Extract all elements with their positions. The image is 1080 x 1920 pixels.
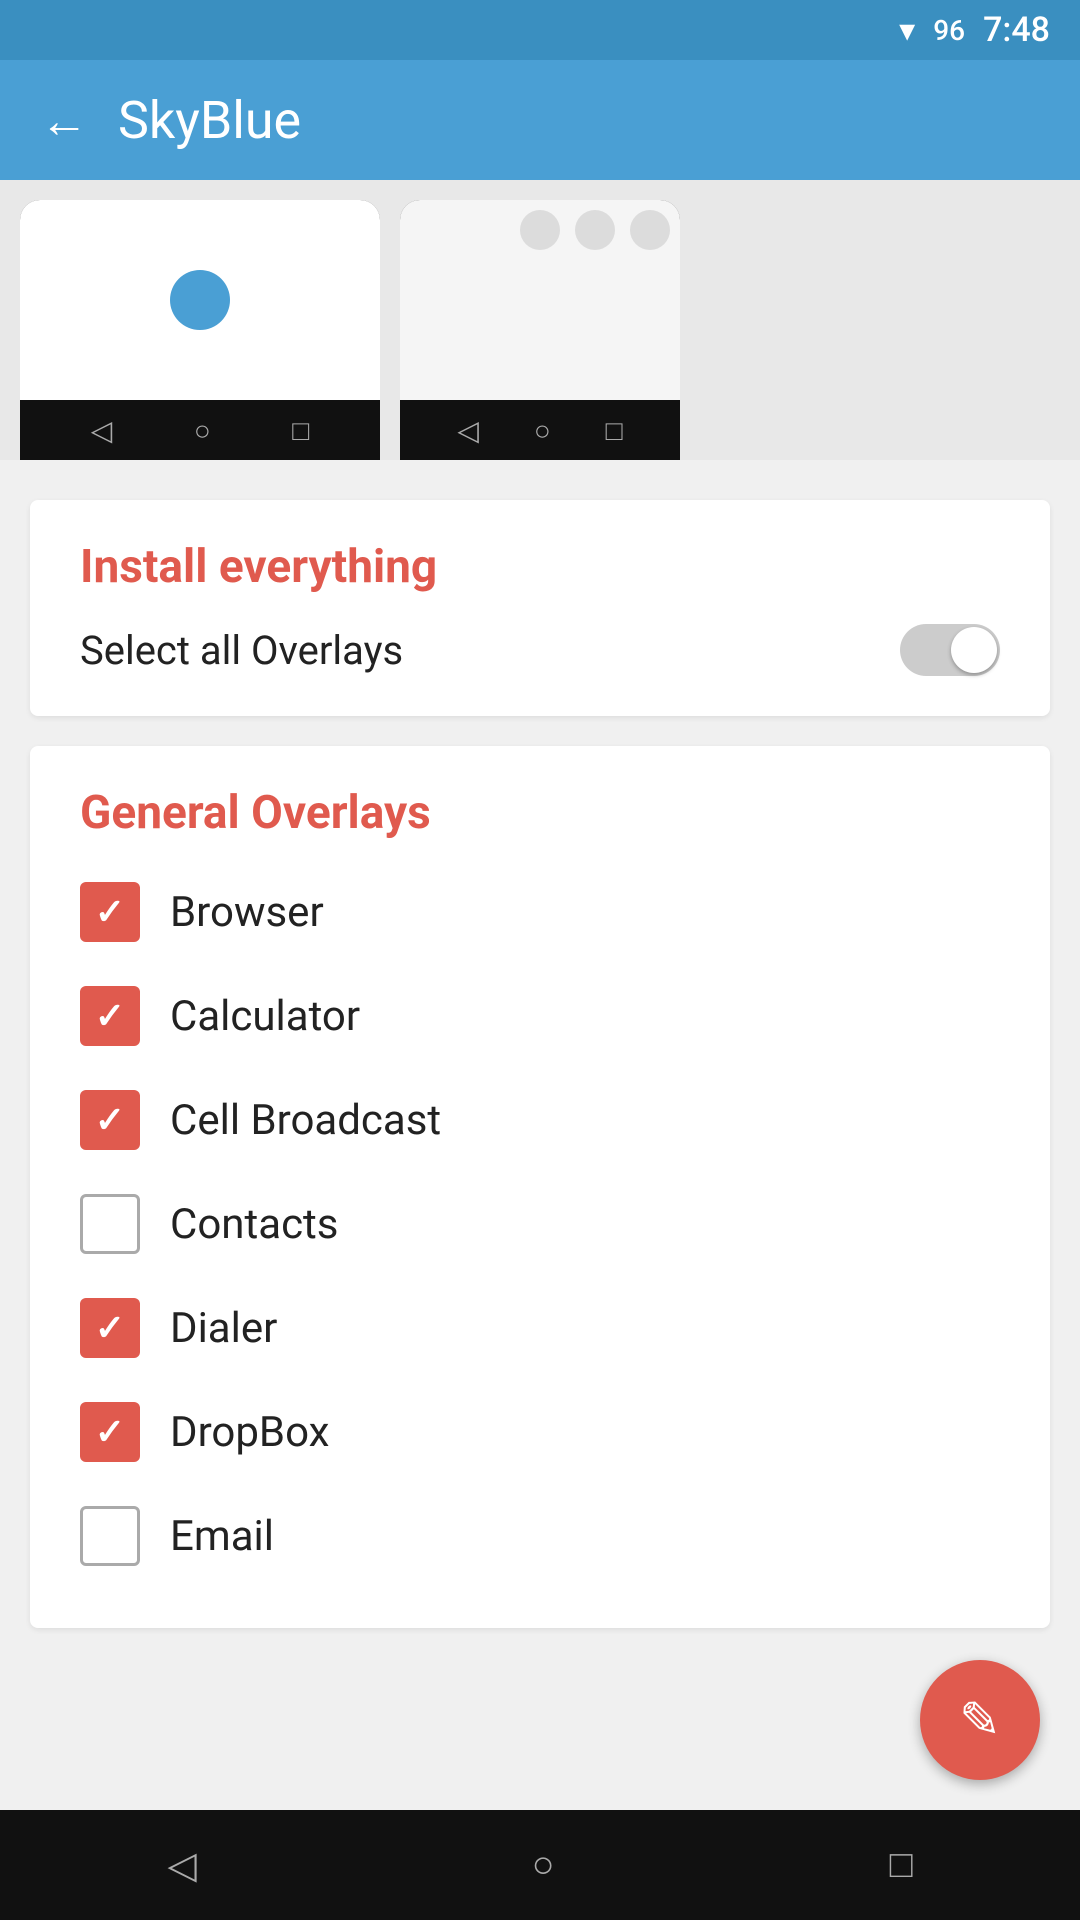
check-icon: ✓	[95, 1411, 125, 1453]
install-card-title: Install everything	[80, 540, 1000, 594]
list-item[interactable]: Contacts	[80, 1172, 1000, 1276]
nav-recents-button[interactable]: □	[890, 1843, 913, 1887]
contacts-checkbox[interactable]	[80, 1194, 140, 1254]
dialer-checkbox[interactable]: ✓	[80, 1298, 140, 1358]
app-title: SkyBlue	[118, 90, 301, 151]
battery-indicator: 96	[933, 14, 965, 47]
check-icon: ✓	[95, 995, 125, 1037]
nav-home-button[interactable]: ○	[532, 1843, 555, 1887]
list-item[interactable]: ✓ Dialer	[80, 1276, 1000, 1380]
status-bar: ▾ 96 7:48	[0, 0, 1080, 60]
icon-placeholder-3	[630, 210, 670, 250]
toggle-knob	[951, 627, 997, 673]
contacts-label: Contacts	[170, 1200, 338, 1249]
fab-icon: ✎	[959, 1691, 1001, 1750]
check-icon: ✓	[95, 891, 125, 933]
icon-placeholder-1	[520, 210, 560, 250]
check-icon: ✓	[95, 1099, 125, 1141]
phone-preview-left: ◁ ○ □	[20, 200, 380, 460]
calculator-label: Calculator	[170, 992, 360, 1041]
phone-preview-right: ◁ ○ □	[400, 200, 680, 460]
browser-checkbox[interactable]: ✓	[80, 882, 140, 942]
phone-recents-icon: □	[292, 414, 309, 447]
overlays-title: General Overlays	[80, 786, 1000, 840]
cellbroadcast-checkbox[interactable]: ✓	[80, 1090, 140, 1150]
phone-home-icon-right: ○	[534, 414, 551, 447]
phone-circle-button	[170, 270, 230, 330]
icon-placeholder-2	[575, 210, 615, 250]
fab-button[interactable]: ✎	[920, 1660, 1040, 1780]
cellbroadcast-label: Cell Broadcast	[170, 1096, 441, 1145]
phone-screen-left	[20, 200, 380, 400]
select-all-label: Select all Overlays	[80, 627, 403, 674]
app-bar: ← SkyBlue	[0, 60, 1080, 180]
toggle-row: Select all Overlays	[80, 624, 1000, 676]
back-button[interactable]: ←	[40, 92, 88, 149]
check-icon: ✓	[95, 1307, 125, 1349]
phone-nav-right: ◁ ○ □	[400, 400, 680, 460]
email-label: Email	[170, 1512, 274, 1561]
list-item[interactable]: ✓ Browser	[80, 860, 1000, 964]
list-item[interactable]: ✓ Cell Broadcast	[80, 1068, 1000, 1172]
wifi-icon: ▾	[899, 11, 915, 49]
select-all-toggle[interactable]	[900, 624, 1000, 676]
status-time: 7:48	[983, 10, 1050, 50]
calculator-checkbox[interactable]: ✓	[80, 986, 140, 1046]
dropbox-label: DropBox	[170, 1408, 329, 1457]
list-item[interactable]: ✓ DropBox	[80, 1380, 1000, 1484]
nav-back-button[interactable]: ◁	[167, 1843, 196, 1888]
phone-nav-left: ◁ ○ □	[20, 400, 380, 460]
phone-home-icon: ○	[194, 414, 211, 447]
phone-recents-icon-right: □	[606, 414, 623, 447]
list-item[interactable]: ✓ Calculator	[80, 964, 1000, 1068]
bottom-nav: ◁ ○ □	[0, 1810, 1080, 1920]
main-content: Install everything Select all Overlays G…	[0, 460, 1080, 1668]
phone-back-icon: ◁	[91, 414, 113, 447]
email-checkbox[interactable]	[80, 1506, 140, 1566]
dropbox-checkbox[interactable]: ✓	[80, 1402, 140, 1462]
phone-screen-right	[400, 200, 680, 400]
browser-label: Browser	[170, 888, 324, 937]
list-item[interactable]: Email	[80, 1484, 1000, 1588]
overlays-card: General Overlays ✓ Browser ✓ Calculator …	[30, 746, 1050, 1628]
preview-area: ◁ ○ □ ◁ ○ □	[0, 180, 1080, 460]
install-card: Install everything Select all Overlays	[30, 500, 1050, 716]
dialer-label: Dialer	[170, 1304, 277, 1353]
phone-back-icon-right: ◁	[457, 414, 479, 447]
